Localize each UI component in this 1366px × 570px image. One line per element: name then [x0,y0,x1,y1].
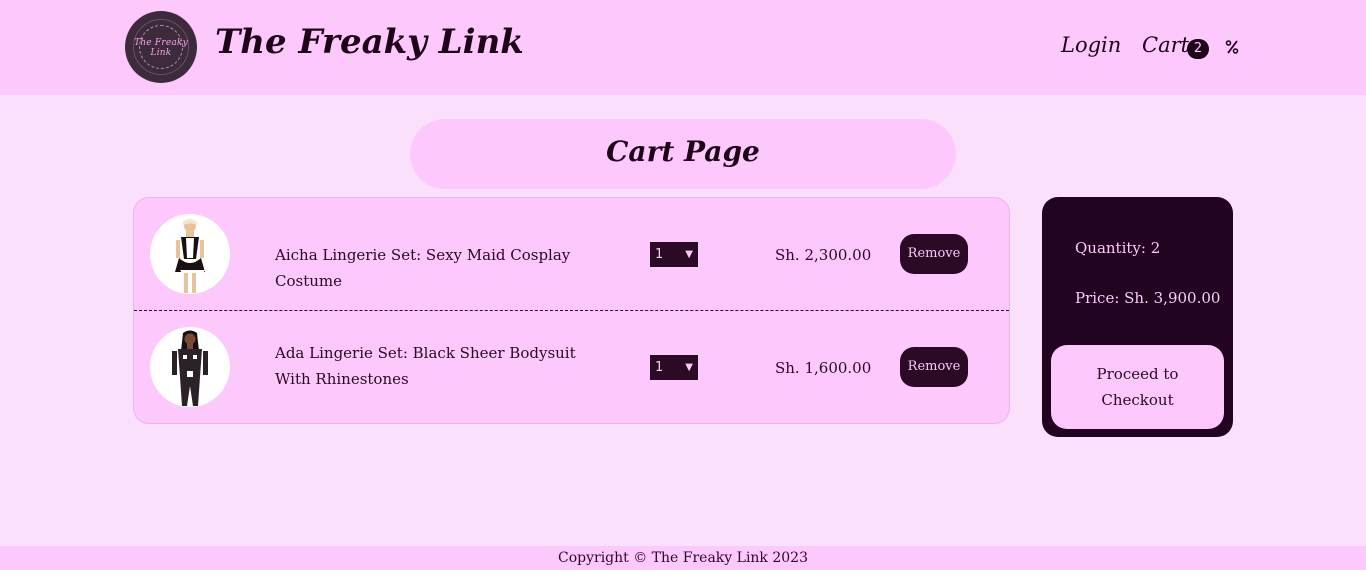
quantity-select[interactable]: 1 ▼ [650,242,698,267]
quantity-value: 1 [655,247,664,262]
remove-button[interactable]: Remove [900,234,968,274]
chevron-down-icon: ▼ [685,362,693,373]
remove-button[interactable]: Remove [900,347,968,387]
brand-name[interactable]: The Freaky Link [215,22,524,62]
cart-items-list: Aicha Lingerie Set: Sexy Maid Cosplay Co… [133,197,1010,424]
product-price: Sh. 2,300.00 [775,246,872,264]
nav-login-link[interactable]: Login [1061,33,1121,57]
quantity-value: 1 [655,360,664,375]
order-summary-panel: Quantity: 2 Price: Sh. 3,900.00 Proceed … [1042,197,1233,437]
page-title: Cart Page [606,135,760,168]
summary-quantity: Quantity: 2 [1075,239,1161,257]
quantity-select[interactable]: 1 ▼ [650,355,698,380]
product-image[interactable] [150,327,230,407]
cart-item-row: Aicha Lingerie Set: Sexy Maid Cosplay Co… [134,198,1009,311]
site-header: The Freaky Link The Freaky Link Login Ca… [0,0,1366,95]
copyright-text: Copyright © The Freaky Link 2023 [557,550,808,566]
cart-count-badge: 2 [1187,39,1209,59]
product-price: Sh. 1,600.00 [775,359,872,377]
logo-text: The Freaky Link [134,38,188,58]
page-title-banner: Cart Page [410,119,956,189]
site-footer: Copyright © The Freaky Link 2023 [0,546,1366,570]
cart-item-row: Ada Lingerie Set: Black Sheer Bodysuit W… [134,311,1009,423]
summary-price: Price: Sh. 3,900.00 [1075,289,1221,307]
site-logo[interactable]: The Freaky Link [125,11,197,83]
proceed-to-checkout-button[interactable]: Proceed to Checkout [1051,345,1224,429]
product-name: Ada Lingerie Set: Black Sheer Bodysuit W… [275,344,576,388]
nav-cart-link[interactable]: Cart [1142,33,1189,57]
chevron-down-icon: ▼ [685,249,693,260]
percent-icon[interactable] [1224,38,1242,58]
product-image[interactable] [150,214,230,294]
product-name: Aicha Lingerie Set: Sexy Maid Cosplay Co… [275,246,571,290]
